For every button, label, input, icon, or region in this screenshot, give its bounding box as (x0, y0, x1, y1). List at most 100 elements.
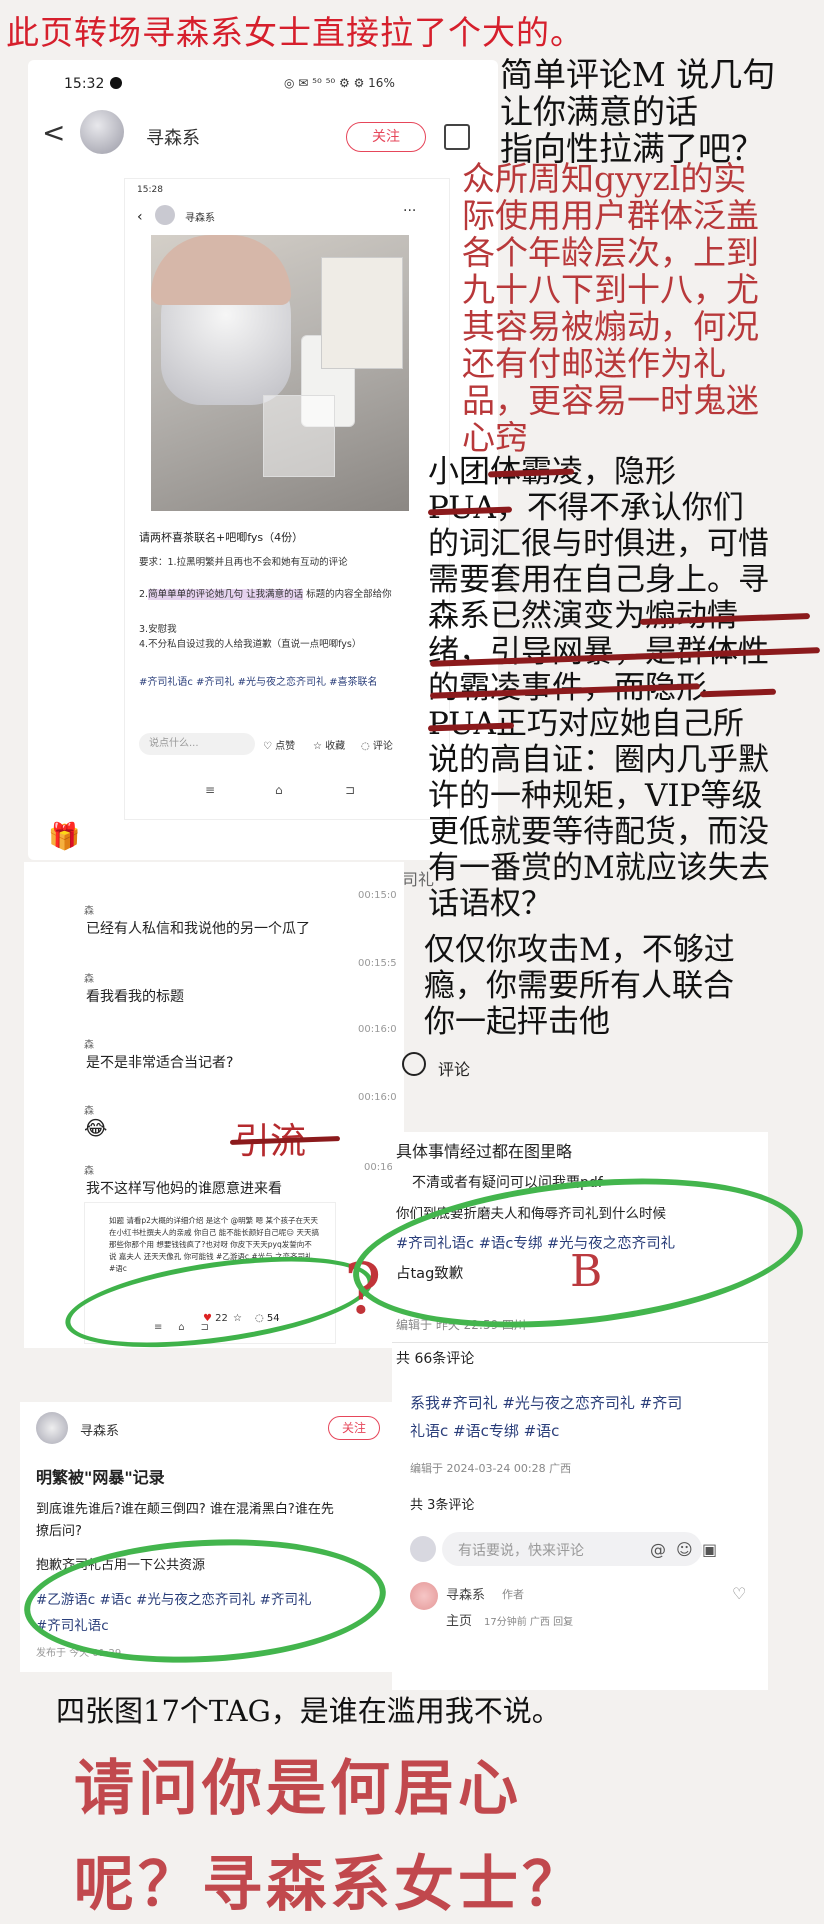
commentary-1-line-1: 简单评论M 说几句 (500, 55, 776, 94)
bottom-statement: 四张图17个TAG，是谁在滥用我不说。 (56, 1694, 561, 1728)
chat-message-5: 我不这样写他妈的谁愿意进来看 (86, 1181, 282, 1197)
commentary-2-line-1: 众所周知gyyzl的实 (462, 159, 747, 198)
follow-button[interactable]: 关注 (346, 122, 426, 152)
chat-message-2: 看我看我的标题 (86, 989, 184, 1005)
status-dot-icon (110, 77, 122, 89)
commentary-3-line-10: 许的一种规矩，VIP等级 (428, 778, 763, 814)
inner-avatar (155, 205, 175, 225)
commenter-name[interactable]: 寻森系 (446, 1584, 485, 1603)
chat-sender-4: 森 (84, 1106, 94, 1117)
acrylic-stand-image (263, 395, 335, 477)
nav-home-icon[interactable]: ⌂ (275, 783, 283, 797)
gift-icon: 🎁 (48, 822, 81, 852)
nav-menu-icon[interactable]: ≡ (205, 783, 215, 797)
like-label: 点赞 (275, 741, 296, 752)
commentary-1-line-2: 让你满意的话 (500, 92, 698, 131)
chat-sender-1: 森 (84, 906, 94, 917)
comment-circle-icon[interactable] (402, 1052, 426, 1076)
reply-time: 17分钟前 广西 回复 (484, 1617, 574, 1628)
left-body-2: 撩后问? (36, 1524, 82, 1539)
collect-label: 收藏 (325, 741, 346, 752)
nested-screenshot: 15:28 ‹ 寻森系 ··· 请两杯喜茶联名+吧唧fys（4份） 要求：1.拉… (124, 178, 450, 820)
inner-back-icon[interactable]: ‹ (137, 209, 143, 225)
commentary-2-line-7: 品，更容易一时鬼迷 (462, 381, 759, 420)
at-icon[interactable]: @ (650, 1540, 666, 1559)
post-title: 请两杯喜茶联名+吧唧fys（4份） (139, 531, 304, 544)
left-title: 明繁被"网暴"记录 (36, 1468, 165, 1487)
chat-message-3: 是不是非常适合当记者? (86, 1055, 234, 1071)
post-tags-line-2[interactable]: 系我#齐司礼 #光与夜之恋齐司礼 #齐司 (410, 1392, 760, 1413)
image-icon[interactable]: ▣ (702, 1540, 717, 1559)
author-tag: 作者 (502, 1588, 524, 1601)
plush-hat-image (151, 235, 291, 305)
comment-input[interactable]: 说点什么... (139, 733, 255, 755)
post-tags[interactable]: #齐司礼语c #齐司礼 #光与夜之恋齐司礼 #喜茶联名 (139, 675, 429, 691)
comments-count-3: 共 3条评论 (410, 1498, 475, 1513)
status-time: 15:32 (64, 76, 105, 92)
author-name[interactable]: 寻森系 (146, 124, 200, 150)
req2-suffix: 标题的内容全部给你 (303, 589, 392, 600)
commentary-2-line-8: 心窍 (462, 418, 528, 457)
chat-message-1: 已经有人私信和我说他的另一个瓜了 (86, 921, 310, 937)
reply-input-placeholder: 有话要说，快来评论 (458, 1543, 584, 1559)
right-post-screenshot: 具体事情经过都在图里略 不清或者有疑问可以问我要pdf 你们到底要折磨夫人和侮辱… (345, 1132, 811, 1690)
commentary-4-line-3: 你一起抨击他 (424, 1004, 610, 1040)
like-button[interactable]: ♡ 点赞 (263, 737, 295, 752)
left-body-1: 到底谁先谁后?谁在颠三倒四? 谁在混淆黑白?谁在先 (36, 1502, 334, 1517)
comment-label: 评论 (372, 741, 393, 752)
status-icons: ◎ ✉ ⁵⁰ ⁵⁰ ⚙ ⚙ 16% (284, 76, 395, 90)
art-card-image (321, 257, 403, 369)
chat-time-2: 00:15:5 (358, 958, 397, 969)
reply-avatar (410, 1536, 436, 1562)
share-icon[interactable] (444, 124, 470, 150)
commentary-3-line-11: 更低就要等待配货，而没 (428, 814, 769, 850)
plush-photo (151, 235, 409, 511)
post-line-1: 具体事情经过都在图里略 (396, 1142, 573, 1161)
commentary-2-line-4: 九十八下到十八，尤 (462, 270, 759, 309)
comment-button[interactable]: ◌ 评论 (361, 737, 393, 752)
chat-time-3: 00:16:0 (358, 1024, 397, 1035)
chat-sender-5: 森 (84, 1166, 94, 1177)
commentary-block-2: 众所周知gyyzl的实 际使用用户群体泛盖 各个年龄层次，上到 九十八下到十八，… (462, 160, 824, 456)
left-avatar[interactable] (36, 1412, 68, 1444)
commentary-block-1: 简单评论M 说几句 让你满意的话 指向性拉满了吧？ (500, 56, 820, 167)
back-button[interactable]: < (42, 116, 65, 149)
nav-back-icon[interactable]: ⊐ (345, 783, 355, 797)
left-follow-button[interactable]: 关注 (328, 1416, 380, 1440)
chat-time-1: 00:15:0 (358, 890, 397, 901)
left-author[interactable]: 寻森系 (80, 1420, 119, 1439)
left-post-screenshot: 寻森系 关注 明繁被"网暴"记录 到底谁先谁后?谁在颠三倒四? 谁在混淆黑白?谁… (20, 1402, 400, 1672)
post-tags-line-3[interactable]: 礼语c #语c专绑 #语c (410, 1420, 760, 1441)
avatar[interactable] (80, 110, 124, 154)
commentary-3-line-4: 需要套用在自己身上。寻 (428, 562, 769, 598)
collect-button[interactable]: ☆ 收藏 (313, 737, 345, 752)
total-comments: 共 66条评论 (396, 1351, 475, 1367)
commentary-block-4: 仅仅你攻击M，不够过 瘾，你需要所有人联合 你一起抨击他 (424, 932, 824, 1040)
big-question-line-2: 呢？寻森系女士？ (74, 1850, 586, 1920)
comment-link[interactable]: 评论 (438, 1056, 470, 1080)
chat-sender-2: 森 (84, 974, 94, 985)
inner-status-time: 15:28 (137, 185, 163, 195)
commentary-3-line-13: 话语权？ (428, 886, 552, 922)
chat-time-4: 00:16:0 (358, 1092, 397, 1103)
req2-highlight: 简单单单的评论她几句 让我满意的话 (148, 589, 304, 600)
divider-1 (392, 1342, 768, 1343)
big-question-line-1: 请问你是何居心 (74, 1754, 522, 1824)
post-requirement-3: 3.安慰我 (139, 624, 177, 635)
chat-screenshot: 森 已经有人私信和我说他的另一个瓜了 00:15:0 森 看我看我的标题 00:… (24, 862, 426, 1364)
emoji-icon[interactable]: ☺ (676, 1540, 693, 1559)
comment-like-icon[interactable]: ♡ (732, 1584, 746, 1603)
req2-prefix: 2. (139, 589, 149, 600)
post-requirement-4: 4.不分私自设过我的人给我道歉（直说一点吧唧fys） (139, 639, 362, 650)
comment-input-placeholder: 说点什么... (149, 738, 199, 749)
post-edit-time-2: 编辑于 2024-03-24 00:28 广西 (410, 1462, 572, 1475)
post-requirement-2: 2.简单单单的评论她几句 让我满意的话 标题的内容全部给你 (139, 587, 429, 602)
reply-preview: 主页 (446, 1614, 473, 1629)
inner-author: 寻森系 (185, 213, 215, 224)
commentary-2-line-5: 其容易被煽动，何况 (462, 307, 759, 346)
commentary-2-line-6: 还有付邮送作为礼 (462, 344, 726, 383)
more-icon[interactable]: ··· (403, 203, 416, 219)
chat-sender-3: 森 (84, 1040, 94, 1051)
commentary-2-line-2: 际使用用户群体泛盖 (462, 196, 759, 235)
commenter-avatar[interactable] (410, 1582, 438, 1610)
